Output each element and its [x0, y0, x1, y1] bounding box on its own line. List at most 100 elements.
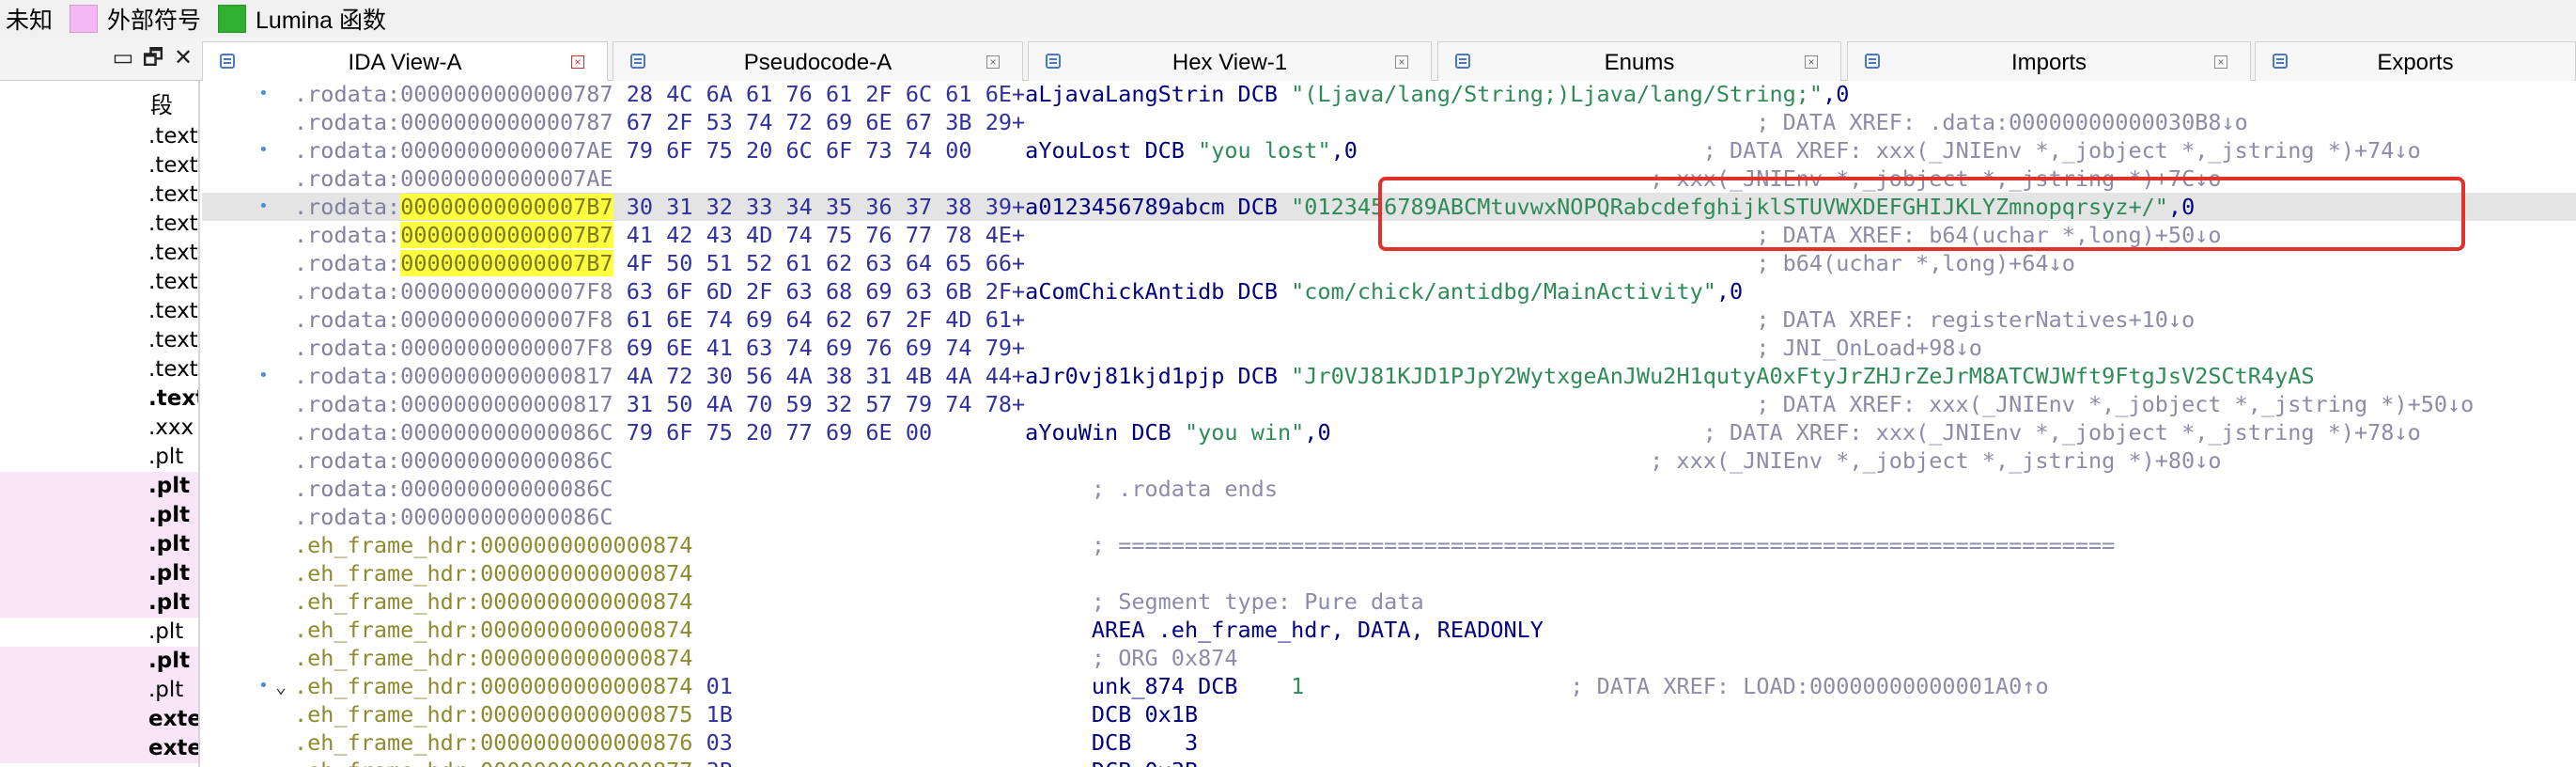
- close-tab-icon[interactable]: ×: [1805, 55, 1818, 69]
- disasm-code: .eh_frame_hdr:0000000000000876 03 DCB 3: [294, 728, 1198, 757]
- code-token: "Jr0VJ81KJD1PJpY2WytxgeAnJWu2H1qutyA0xFt…: [1291, 363, 2315, 389]
- segment-row[interactable]: .text: [0, 384, 198, 414]
- legend-swatch: [218, 5, 247, 33]
- disasm-line[interactable]: .eh_frame_hdr:0000000000000874: [202, 559, 2576, 587]
- code-token: ; DATA XREF: xxx(_JNIEnv *,_jobject *,_j…: [1756, 391, 2475, 417]
- segment-row[interactable]: .text: [0, 210, 198, 239]
- code-token[interactable]: aJr0vj81kjd1pjp: [1025, 363, 1237, 389]
- segment-row[interactable]: .text: [0, 151, 198, 180]
- disasm-line[interactable]: • ⌄ .eh_frame_hdr:0000000000000874 01 unk_…: [202, 672, 2576, 700]
- code-token[interactable]: 00000000000007B7: [400, 250, 613, 276]
- code-token[interactable]: 00000000000007B7: [400, 194, 613, 220]
- segment-row[interactable]: .plt: [0, 530, 198, 559]
- code-token: .rodata:000000000000086C: [294, 504, 613, 530]
- legend-item: 外部符号: [70, 2, 201, 36]
- code-token: .rodata:: [294, 250, 401, 276]
- disasm-line[interactable]: .rodata:00000000000007B7 41 42 43 4D 74 …: [202, 221, 2576, 249]
- code-token: .rodata:0000000000000817: [294, 363, 627, 389]
- disasm-line[interactable]: .eh_frame_hdr:0000000000000874 ; =======…: [202, 531, 2576, 559]
- close-tab-icon[interactable]: ×: [571, 55, 584, 69]
- disasm-line[interactable]: .eh_frame_hdr:0000000000000875 1B DCB 0x…: [202, 700, 2576, 728]
- disasm-line[interactable]: .rodata:00000000000007AE ; xxx(_JNIEnv *…: [202, 164, 2576, 193]
- segment-row[interactable]: exte: [0, 734, 198, 763]
- disasm-line[interactable]: .rodata:00000000000007F8 69 6E 41 63 74 …: [202, 334, 2576, 362]
- segment-row[interactable]: exte: [0, 705, 198, 734]
- disassembly-view[interactable]: • .rodata:0000000000000787 28 4C 6A 61 76…: [202, 81, 2576, 767]
- disasm-line[interactable]: .rodata:000000000000086C ; xxx(_JNIEnv *…: [202, 446, 2576, 475]
- disasm-line[interactable]: • .rodata:0000000000000817 4A 72 30 56 4A…: [202, 362, 2576, 390]
- segment-row[interactable]: .plt: [0, 676, 198, 705]
- disasm-line[interactable]: .eh_frame_hdr:0000000000000874 AREA .eh_…: [202, 616, 2576, 644]
- disasm-code: .eh_frame_hdr:0000000000000874 ; =======…: [294, 531, 2115, 559]
- code-token: DCB: [1237, 363, 1292, 389]
- segment-row[interactable]: .text: [0, 355, 198, 384]
- code-token: DCB: [1198, 673, 1292, 699]
- tab-ida-view-a[interactable]: IDA View-A ×: [202, 41, 608, 82]
- code-token[interactable]: aLjavaLangStrin: [1025, 81, 1237, 107]
- segment-row[interactable]: .plt: [0, 443, 198, 472]
- segment-row[interactable]: .xxx: [0, 414, 198, 443]
- segment-row[interactable]: .plt: [0, 472, 198, 501]
- disasm-line[interactable]: .rodata:00000000000007F8 61 6E 74 69 64 …: [202, 305, 2576, 334]
- segment-row[interactable]: .plt: [0, 501, 198, 530]
- segment-row[interactable]: .text: [0, 122, 198, 151]
- segment-row[interactable]: .plt: [0, 559, 198, 588]
- tab-pseudocode-a[interactable]: Pseudocode-A ×: [613, 41, 1023, 81]
- code-token: .rodata:00000000000007F8: [294, 335, 627, 361]
- segment-row[interactable]: .text: [0, 239, 198, 268]
- float-panel-icon[interactable]: 🗗: [141, 45, 165, 71]
- disasm-line[interactable]: .eh_frame_hdr:0000000000000877 3B DCB 0x…: [202, 757, 2576, 767]
- code-token: .rodata:0000000000000817: [294, 391, 627, 417]
- code-token[interactable]: aComChickAntidb: [1025, 278, 1237, 305]
- code-token[interactable]: aYouWin: [1025, 419, 1131, 446]
- code-token: ,0: [1330, 137, 1703, 164]
- code-token[interactable]: 00000000000007B7: [400, 222, 613, 248]
- code-token: .rodata:00000000000007F8: [294, 306, 627, 333]
- code-token[interactable]: a0123456789abcm: [1025, 194, 1237, 220]
- fold-toggle-icon[interactable]: ⌄: [275, 672, 287, 700]
- code-token: .eh_frame_hdr:0000000000000874: [294, 645, 1092, 671]
- segment-row[interactable]: .text: [0, 326, 198, 355]
- disasm-code: .rodata:000000000000086C: [294, 503, 613, 531]
- code-token: 1: [1291, 673, 1571, 699]
- disasm-line[interactable]: .rodata:000000000000086C ; .rodata ends: [202, 475, 2576, 503]
- disasm-line[interactable]: .rodata:0000000000000787 67 2F 53 74 72 …: [202, 108, 2576, 136]
- tab-label: Imports: [2010, 50, 2087, 75]
- code-token: DCB: [1131, 419, 1185, 446]
- segment-row[interactable]: .text: [0, 297, 198, 326]
- xref-bullet-icon: •: [258, 366, 269, 385]
- segment-row[interactable]: .plt: [0, 647, 198, 676]
- tab-hex-view-1[interactable]: Hex View-1 ×: [1028, 41, 1432, 81]
- segment-row[interactable]: .plt: [0, 618, 198, 647]
- tab-imports[interactable]: Imports ×: [1847, 41, 2251, 81]
- disasm-line[interactable]: .rodata:00000000000007B7 4F 50 51 52 61 …: [202, 249, 2576, 277]
- tab-enums[interactable]: Enums ×: [1437, 41, 1841, 81]
- disasm-line[interactable]: .rodata:00000000000007F8 63 6F 6D 2F 63 …: [202, 277, 2576, 305]
- disasm-line[interactable]: .eh_frame_hdr:0000000000000874 ; Segment…: [202, 587, 2576, 616]
- segment-row[interactable]: .text: [0, 268, 198, 297]
- code-token: 41 42 43 4D 74 75 76 77 78 4E+: [626, 222, 1757, 248]
- disasm-line[interactable]: .rodata:000000000000086C: [202, 503, 2576, 531]
- close-panel-icon[interactable]: ✕: [171, 45, 195, 71]
- code-token[interactable]: aYouLost: [1025, 137, 1144, 164]
- code-token: DCB 0x1B: [1091, 701, 1199, 728]
- disasm-line[interactable]: .rodata:0000000000000817 31 50 4A 70 59 …: [202, 390, 2576, 418]
- code-token: 01: [706, 673, 1092, 699]
- code-token[interactable]: unk_874: [1092, 673, 1198, 699]
- segment-row[interactable]: .plt: [0, 588, 198, 618]
- tab-exports[interactable]: Exports: [2255, 41, 2576, 81]
- code-token: ; .rodata ends: [1091, 476, 1278, 502]
- disasm-line[interactable]: .eh_frame_hdr:0000000000000874 ; ORG 0x8…: [202, 644, 2576, 672]
- close-tab-icon[interactable]: ×: [2214, 55, 2227, 69]
- code-token: .eh_frame_hdr:0000000000000876: [294, 729, 706, 756]
- disasm-line[interactable]: • .rodata:0000000000000787 28 4C 6A 61 76…: [202, 81, 2576, 108]
- code-token: ,0: [1304, 419, 1703, 446]
- disasm-line[interactable]: • .rodata:00000000000007AE 79 6F 75 20 6C…: [202, 136, 2576, 164]
- close-tab-icon[interactable]: ×: [986, 55, 1000, 69]
- segment-row[interactable]: .text: [0, 180, 198, 210]
- disasm-line[interactable]: .eh_frame_hdr:0000000000000876 03 DCB 3: [202, 728, 2576, 757]
- close-tab-icon[interactable]: ×: [1395, 55, 1408, 69]
- restore-panel-icon[interactable]: ▭: [111, 45, 135, 71]
- disasm-line[interactable]: • .rodata:00000000000007B7 30 31 32 33 34…: [202, 193, 2576, 221]
- disasm-line[interactable]: .rodata:000000000000086C 79 6F 75 20 77 …: [202, 418, 2576, 446]
